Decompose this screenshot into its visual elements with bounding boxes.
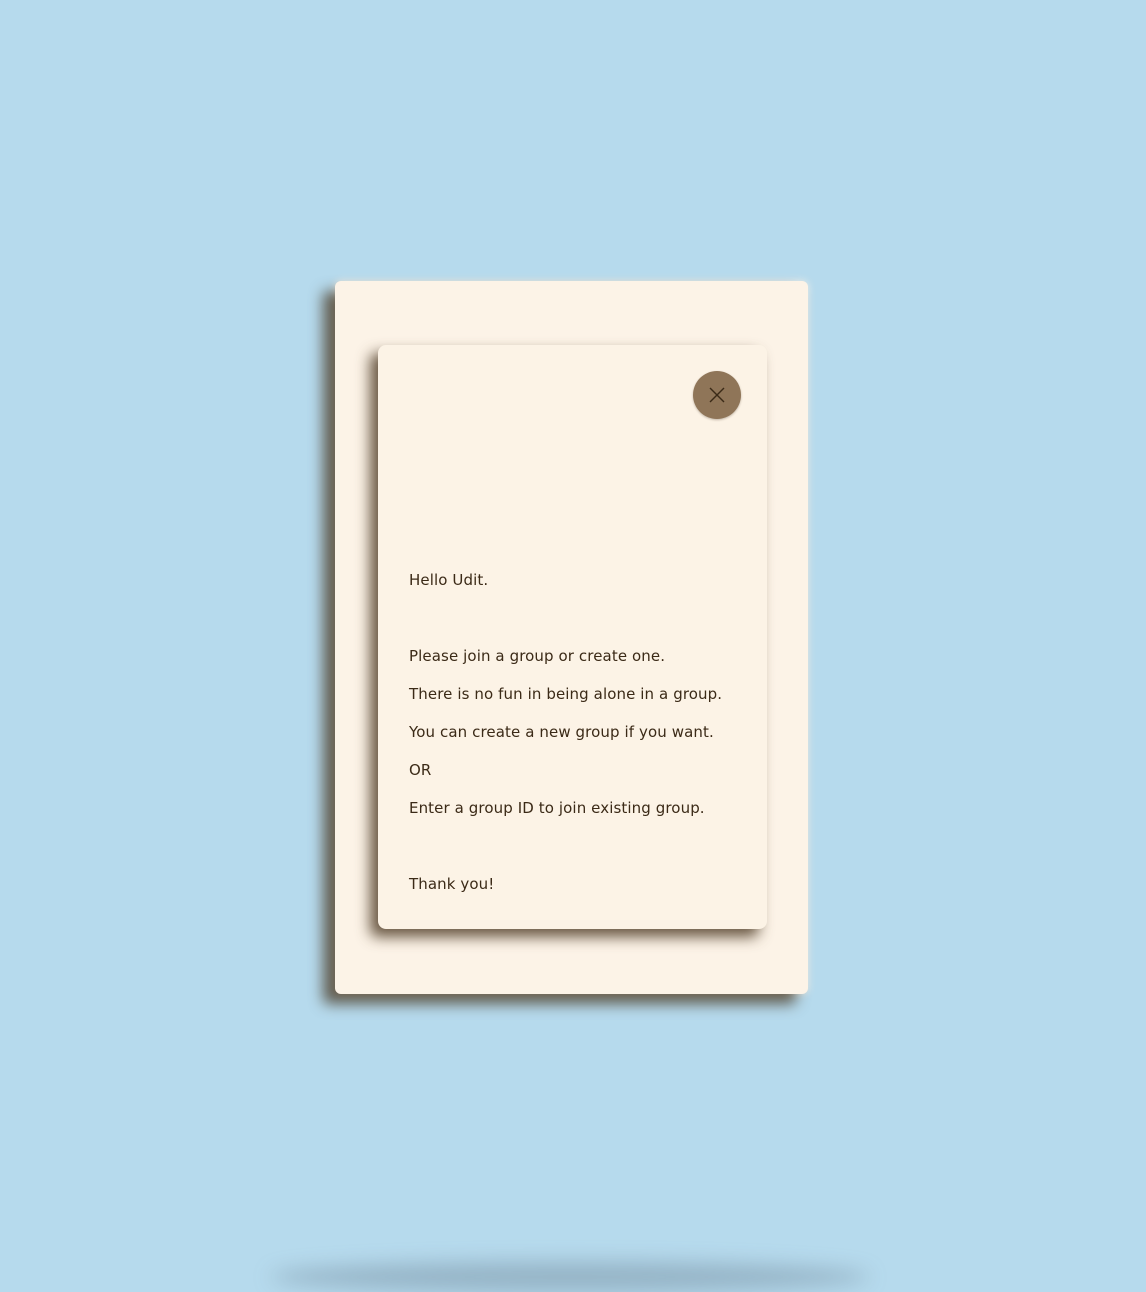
message-line-or: OR (409, 761, 432, 779)
signoff-text: Thank you! (409, 875, 495, 893)
close-button[interactable] (693, 371, 741, 419)
greeting-text: Hello Udit. (409, 571, 489, 589)
message-line-enter-id: Enter a group ID to join existing group. (409, 799, 705, 817)
message-line-no-fun: There is no fun in being alone in a grou… (409, 685, 723, 703)
close-icon (709, 387, 725, 403)
message-line-create: You can create a new group if you want. (409, 723, 714, 741)
dialog-message: Hello Udit. Please join a group or creat… (409, 552, 754, 913)
group-prompt-dialog: Hello Udit. Please join a group or creat… (378, 345, 767, 929)
message-line-join: Please join a group or create one. (409, 647, 666, 665)
